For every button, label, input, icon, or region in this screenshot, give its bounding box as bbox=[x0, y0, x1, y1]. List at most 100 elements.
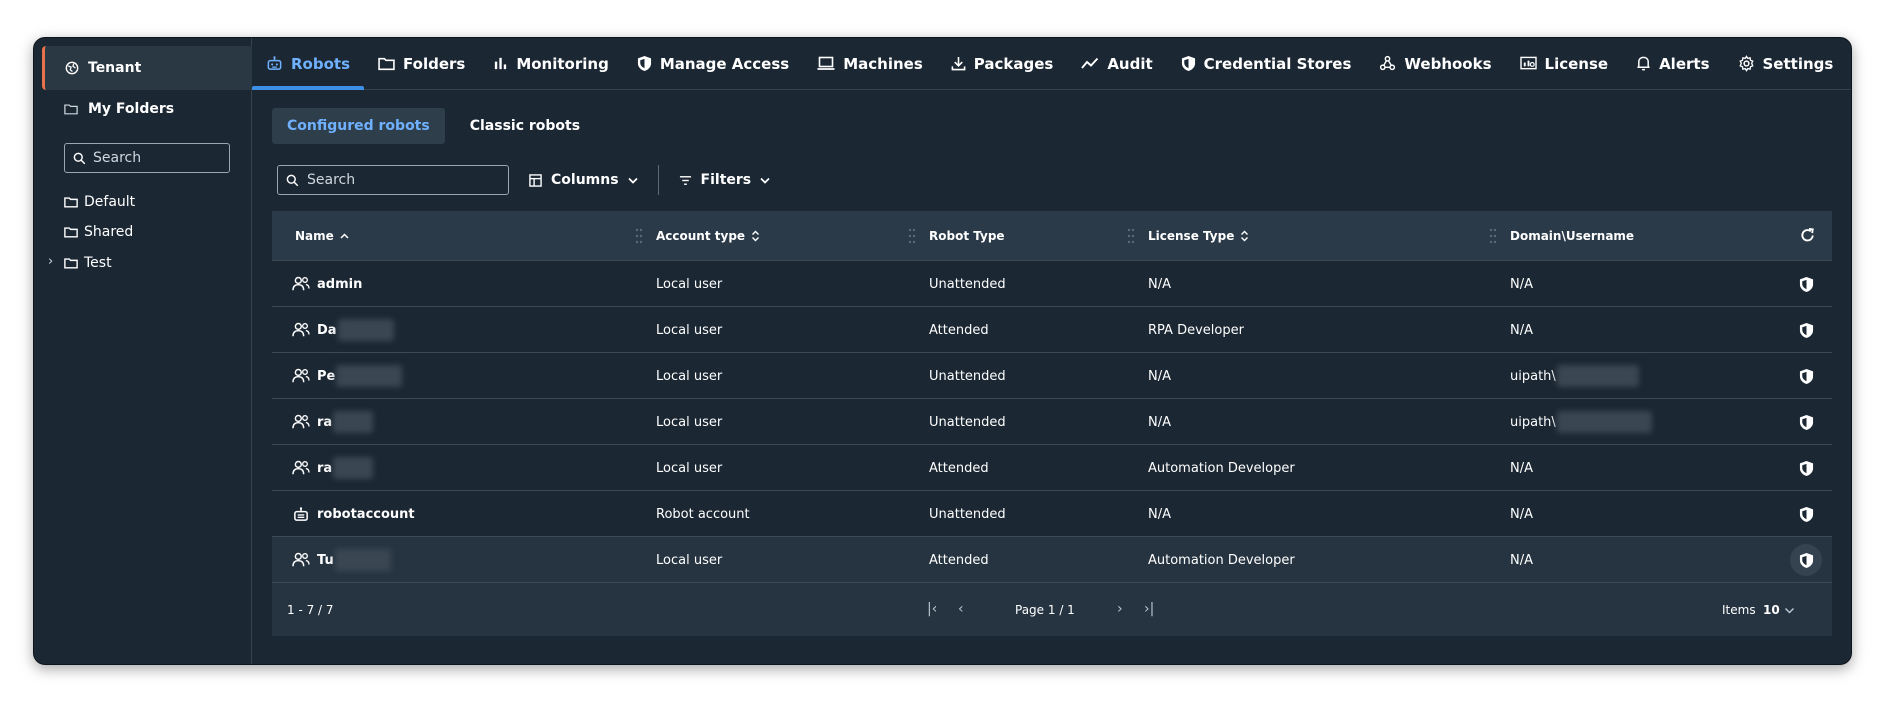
domain-username-cell: uipath\ bbox=[1510, 399, 1652, 445]
domain-username-cell: N/A bbox=[1510, 537, 1533, 583]
tab-configured-robots[interactable]: Configured robots bbox=[272, 108, 445, 144]
robot-name-cell[interactable]: Pe bbox=[292, 353, 403, 399]
table-row[interactable]: ra Local user Unattended N/A uipath\ bbox=[272, 399, 1832, 445]
folder-item-test[interactable]: Test bbox=[64, 255, 112, 271]
table-row[interactable]: admin Local user Unattended N/A N/A bbox=[272, 261, 1832, 307]
table-row[interactable]: Da Local user Attended RPA Developer N/A bbox=[272, 307, 1832, 353]
tab-audit[interactable]: Audit bbox=[1067, 38, 1166, 89]
tab-machines[interactable]: Machines bbox=[803, 38, 937, 89]
tab-packages[interactable]: Packages bbox=[937, 38, 1068, 89]
redacted-text bbox=[333, 411, 374, 433]
my-folders-item[interactable]: My Folders bbox=[64, 101, 174, 117]
license-type-cell: N/A bbox=[1148, 414, 1171, 430]
shield-icon bbox=[1799, 322, 1813, 338]
robot-name-cell[interactable]: Tu bbox=[292, 537, 391, 583]
prev-page-icon[interactable]: ‹ bbox=[958, 601, 964, 617]
robot-type-cell: Unattended bbox=[929, 506, 1006, 522]
header-license-type[interactable]: License Type bbox=[1148, 211, 1249, 261]
items-per-page-value[interactable]: 10 bbox=[1763, 603, 1780, 617]
column-resize-handle[interactable] bbox=[1489, 228, 1497, 244]
shield-icon bbox=[637, 56, 651, 71]
column-resize-handle[interactable] bbox=[908, 228, 916, 244]
robot-type-cell: Attended bbox=[929, 460, 989, 476]
header-account-type-label: Account type bbox=[656, 229, 746, 243]
robot-name-cell[interactable]: Da bbox=[292, 307, 394, 353]
row-permissions-button[interactable] bbox=[1790, 544, 1822, 576]
domain-username: uipath\ bbox=[1510, 368, 1556, 384]
domain-username-cell: N/A bbox=[1510, 445, 1533, 491]
robot-name-cell[interactable]: ra bbox=[292, 399, 374, 445]
tab-label: Webhooks bbox=[1404, 54, 1492, 73]
table-row[interactable]: robotaccount Robot account Unattended N/A N/… bbox=[272, 491, 1832, 537]
sidebar: Tenant My Folders Search Default Shared … bbox=[34, 38, 252, 664]
robot-name-cell[interactable]: ra bbox=[292, 445, 374, 491]
robot-name: Tu bbox=[317, 552, 334, 568]
tab-alerts[interactable]: Alerts bbox=[1622, 38, 1723, 89]
row-permissions-button[interactable] bbox=[1790, 268, 1822, 300]
chevron-down-icon[interactable] bbox=[1784, 607, 1795, 614]
columns-button[interactable]: Columns bbox=[517, 172, 650, 188]
refresh-icon[interactable] bbox=[1799, 227, 1816, 244]
header-robot-type[interactable]: Robot Type bbox=[929, 211, 1005, 261]
folder-item-shared[interactable]: Shared bbox=[64, 224, 133, 240]
column-resize-handle[interactable] bbox=[1127, 228, 1135, 244]
domain-username-cell: uipath\ bbox=[1510, 353, 1639, 399]
shield-icon bbox=[1799, 506, 1813, 522]
user-group-icon bbox=[292, 276, 310, 291]
tab-credential-stores[interactable]: Credential Stores bbox=[1167, 38, 1366, 89]
first-page-icon[interactable]: |‹ bbox=[927, 601, 937, 617]
tab-folders[interactable]: Folders bbox=[364, 38, 479, 89]
next-page-icon[interactable]: › bbox=[1117, 601, 1123, 617]
table-row[interactable]: Tu Local user Attended Automation Developer… bbox=[272, 537, 1832, 583]
tab-classic-robots[interactable]: Classic robots bbox=[455, 108, 595, 144]
column-resize-handle[interactable] bbox=[635, 228, 643, 244]
domain-username: N/A bbox=[1510, 322, 1533, 338]
row-permissions-button[interactable] bbox=[1790, 360, 1822, 392]
robot-name-cell[interactable]: robotaccount bbox=[292, 491, 415, 537]
last-page-icon[interactable]: ›| bbox=[1144, 601, 1154, 617]
row-permissions-button[interactable] bbox=[1790, 314, 1822, 346]
row-permissions-button[interactable] bbox=[1790, 498, 1822, 530]
laptop-icon bbox=[817, 56, 835, 70]
tenant-item[interactable]: Tenant bbox=[42, 46, 252, 90]
tab-label: Machines bbox=[843, 54, 923, 73]
robot-search-input[interactable]: Search bbox=[277, 165, 509, 195]
tab-license[interactable]: License bbox=[1506, 38, 1623, 89]
download-icon bbox=[951, 56, 966, 71]
account-type-cell: Local user bbox=[656, 322, 723, 338]
folder-search-input[interactable]: Search bbox=[64, 143, 230, 173]
webhook-icon bbox=[1380, 55, 1396, 71]
robot-name: Pe bbox=[317, 368, 336, 384]
tab-label: Settings bbox=[1762, 54, 1834, 73]
shield-icon bbox=[1181, 56, 1195, 71]
domain-username: uipath\ bbox=[1510, 414, 1556, 430]
grid-header: Name Account type Robot Type License Typ… bbox=[272, 211, 1832, 261]
grid-toolbar: Search Columns Filters bbox=[277, 165, 782, 195]
tab-settings[interactable]: Settings bbox=[1724, 38, 1848, 89]
robot-name: Da bbox=[317, 322, 337, 338]
header-domain-username[interactable]: Domain\Username bbox=[1510, 211, 1634, 261]
table-row[interactable]: ra Local user Attended Automation Developer… bbox=[272, 445, 1832, 491]
row-permissions-button[interactable] bbox=[1790, 452, 1822, 484]
table-row[interactable]: Pe Local user Unattended N/A uipath\ bbox=[272, 353, 1832, 399]
header-name[interactable]: Name bbox=[295, 211, 349, 261]
header-account-type[interactable]: Account type bbox=[656, 211, 760, 261]
tab-webhooks[interactable]: Webhooks bbox=[1365, 38, 1505, 89]
redacted-text bbox=[334, 549, 391, 571]
robot-name-cell[interactable]: admin bbox=[292, 261, 362, 307]
user-group-icon bbox=[292, 460, 310, 475]
sort-icon bbox=[752, 230, 760, 242]
chevron-right-icon[interactable]: › bbox=[48, 254, 53, 269]
domain-username: N/A bbox=[1510, 552, 1533, 568]
tab-label: Folders bbox=[403, 54, 466, 73]
account-type-cell: Robot account bbox=[656, 506, 750, 522]
tab-robots[interactable]: Robots bbox=[252, 38, 364, 90]
folder-item-default[interactable]: Default bbox=[64, 194, 135, 210]
tab-manage-access[interactable]: Manage Access bbox=[623, 38, 803, 89]
row-permissions-button[interactable] bbox=[1790, 406, 1822, 438]
tab-monitoring[interactable]: Monitoring bbox=[479, 38, 622, 89]
columns-label: Columns bbox=[551, 172, 619, 188]
tab-label: Packages bbox=[973, 54, 1054, 73]
account-type-cell: Local user bbox=[656, 460, 723, 476]
filters-button[interactable]: Filters bbox=[667, 172, 783, 188]
